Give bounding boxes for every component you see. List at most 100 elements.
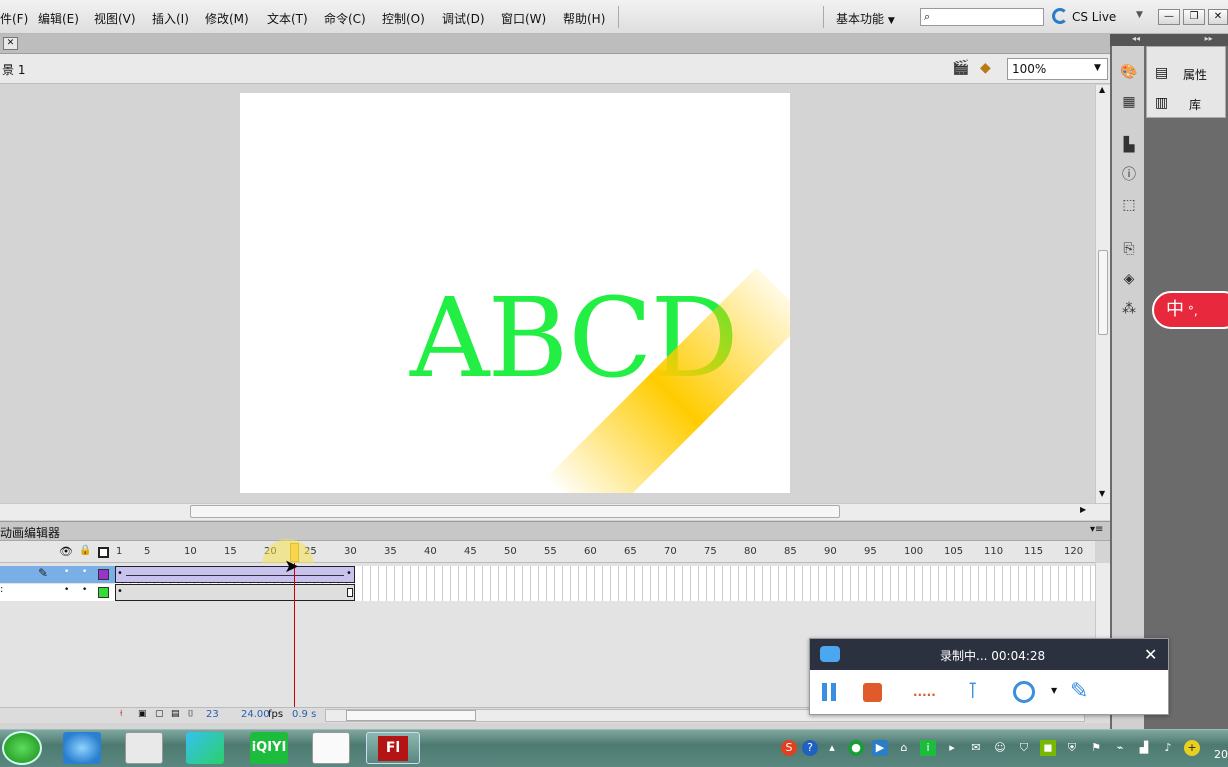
close-doc-button[interactable]: ✕ [3,37,18,50]
workspace-switcher[interactable]: 基本功能 ▼ [836,10,895,27]
stage-canvas[interactable]: ABCD [240,93,790,493]
edit-multiple-icon[interactable]: ▤ [171,709,180,719]
ime-toolbar[interactable]: 中 °, [1152,291,1228,329]
pause-bar[interactable] [822,683,827,701]
onion-skin-icon[interactable]: ▣ [138,709,147,719]
flash-taskbar-button[interactable]: Fl [366,732,420,764]
video-player-icon[interactable] [186,732,224,764]
menu-text[interactable]: 文本(T) [267,10,308,27]
zoom-select[interactable]: 100% ▼ [1007,58,1108,80]
restore-button[interactable]: ❐ [1183,9,1205,25]
timeline-hscroll-thumb[interactable] [346,710,476,721]
clock-text[interactable]: 20 [1214,748,1228,761]
lock-icon[interactable]: 🔒 [79,545,91,556]
elapsed-time[interactable]: 0.9 s [292,709,316,720]
cs-live-dropdown-icon[interactable]: ▼ [1136,10,1143,20]
menu-view[interactable]: 视图(V) [94,10,136,27]
frame-rate[interactable]: 24.00 [241,709,270,720]
close-icon[interactable]: ✕ [1144,645,1157,664]
menu-file[interactable]: 件(F) [0,10,28,27]
volume-icon[interactable]: ♪ [1160,740,1176,756]
panel-menu-icon[interactable]: ▾≡ [1090,524,1103,535]
recorder-tray-icon[interactable]: ▶ [872,740,888,756]
media-tray-icon[interactable]: ▸ [944,740,960,756]
nvidia-tray-icon[interactable]: ◼ [1040,740,1056,756]
eye-icon[interactable]: 👁 [59,545,73,558]
defender-tray-icon[interactable]: ⛨ [1064,740,1080,756]
motion-editor-tab[interactable]: 动画编辑器 [0,524,60,541]
chevron-down-icon[interactable]: ▼ [1051,686,1057,695]
qq-tray-icon[interactable]: ☺ [992,740,1008,756]
security-tray-icon[interactable]: ● [848,740,864,756]
usb-tray-icon[interactable]: ⌁ [1112,740,1128,756]
scroll-up-icon[interactable]: ▲ [1099,85,1105,94]
layer-row[interactable]: : • • [0,584,115,601]
components-icon[interactable]: ◈ [1118,268,1140,290]
properties-tab[interactable]: 属性 [1183,66,1207,83]
menu-help[interactable]: 帮助(H) [563,10,605,27]
webcam-icon[interactable] [1013,681,1035,703]
scroll-right-icon[interactable]: ▶ [1080,505,1086,514]
document-app-icon[interactable] [312,732,350,764]
outline-icon[interactable] [98,547,109,558]
layer-color-swatch[interactable] [98,569,109,580]
stop-icon[interactable] [863,683,882,702]
horizontal-scrollbar[interactable]: ▶ [0,503,1110,520]
search-input[interactable]: ⌕ [920,8,1044,26]
actions-icon[interactable]: ⎘ [1118,238,1140,260]
cs-live-link[interactable]: CS Live [1072,10,1116,24]
visibility-dot[interactable]: • [64,567,69,577]
network-tool-icon[interactable]: ⌂ [896,740,912,756]
scroll-down-icon[interactable]: ▼ [1099,489,1105,498]
onion-outline-icon[interactable]: ▢ [155,709,164,719]
info-icon[interactable]: ⓘ [1118,164,1140,186]
swatches-grid-icon[interactable]: ▦ [1118,91,1140,113]
menu-edit[interactable]: 编辑(E) [38,10,79,27]
color-palette-icon[interactable]: 🎨 [1118,61,1140,83]
action-center-icon[interactable]: ⚑ [1088,740,1104,756]
vertical-scroll-thumb[interactable] [1098,250,1108,335]
lock-dot[interactable]: • [82,567,87,577]
qq-app-icon[interactable] [63,732,101,764]
library-tab[interactable]: 库 [1189,96,1201,113]
motion-presets-icon[interactable]: ⁂ [1118,298,1140,320]
brush-tool-icon[interactable]: ⊺ [967,679,978,704]
modify-markers-icon[interactable]: ⌷ [188,709,193,719]
update-tray-icon[interactable]: + [1184,740,1200,756]
center-frame-icon[interactable]: ⍿ [120,709,122,719]
lock-dot[interactable]: • [82,585,87,595]
menu-window[interactable]: 窗口(W) [501,10,546,27]
sogou-tray-icon[interactable]: S [781,740,797,756]
vertical-scrollbar[interactable]: ▲ ▼ [1095,85,1110,503]
layer-color-swatch[interactable] [98,587,109,598]
edit-scene-icon[interactable]: 🎬 [952,60,972,78]
start-button[interactable] [2,731,42,765]
iqiyi-app-icon[interactable]: iQIYI [250,732,288,764]
scene-label[interactable]: 景 1 [2,61,25,78]
transform-icon[interactable]: ⬚ [1118,194,1140,216]
menu-insert[interactable]: 插入(I) [152,10,189,27]
audio-level-icon[interactable]: ..... [913,685,936,699]
help-tray-icon[interactable]: ? [802,740,818,756]
pause-icon[interactable] [831,683,836,701]
static-frame-span[interactable]: • [115,584,355,601]
horizontal-scroll-thumb[interactable] [190,505,840,518]
menu-commands[interactable]: 命令(C) [324,10,366,27]
minimize-button[interactable]: — [1158,9,1180,25]
visibility-dot[interactable]: • [64,585,69,595]
current-frame[interactable]: 23 [206,709,219,720]
menu-modify[interactable]: 修改(M) [205,10,249,27]
network-signal-icon[interactable]: ▟ [1136,740,1152,756]
iqiyi-tray-icon[interactable]: i [920,740,936,756]
edit-symbols-icon[interactable]: ◆ [980,60,1002,78]
pen-icon[interactable]: ✎ [1070,679,1088,704]
motion-tween-span[interactable]: • • [115,566,355,583]
show-hidden-icons-icon[interactable]: ▴ [824,740,840,756]
align-icon[interactable]: ▙ [1118,134,1140,156]
chat-tray-icon[interactable]: ✉ [968,740,984,756]
dock-collapse-bar[interactable]: ◂◂ ▸▸ [1110,34,1228,46]
shield-icon[interactable]: ⛉ [1016,740,1032,756]
menu-control[interactable]: 控制(O) [382,10,425,27]
frame-ruler[interactable]: 👁 🔒 151015202530354045505560657075808590… [0,539,1095,591]
presentation-app-icon[interactable] [125,732,163,764]
